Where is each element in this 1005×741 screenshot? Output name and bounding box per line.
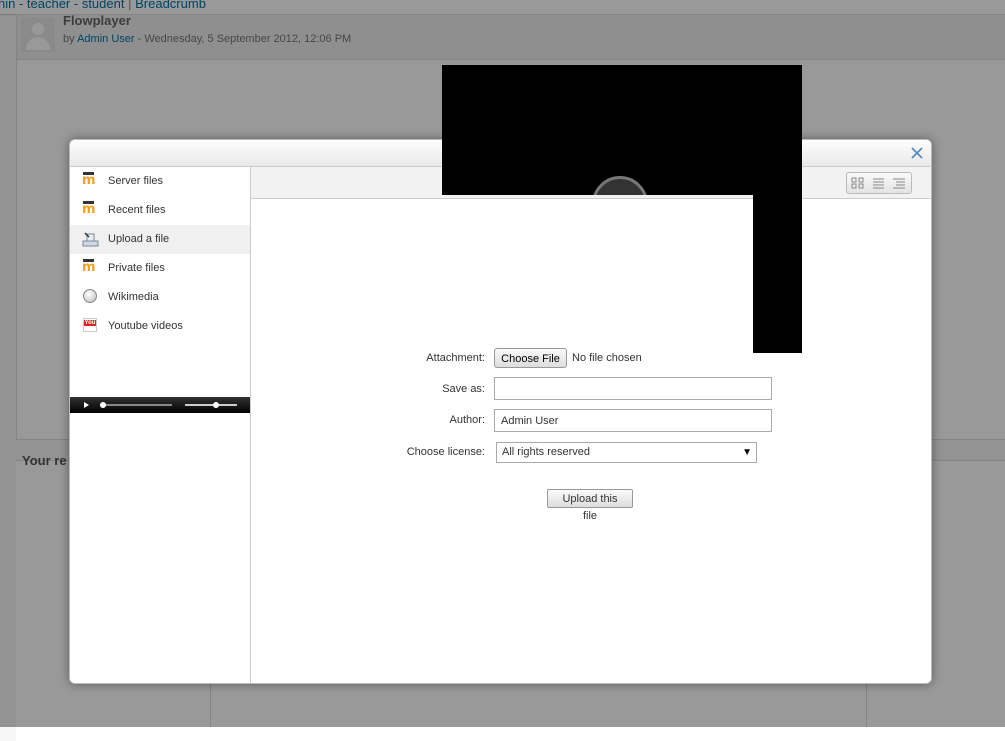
no-file-text: No file chosen bbox=[572, 352, 642, 364]
license-row: Choose license: All rights reserved ▼ bbox=[251, 442, 931, 466]
attachment-row: Attachment: Choose File No file chosen bbox=[251, 348, 931, 372]
author-row: Author: bbox=[251, 409, 931, 433]
author-input[interactable] bbox=[494, 409, 772, 432]
file-picker-dialog: m Server files m Recent files Upload a f… bbox=[69, 139, 932, 684]
license-select[interactable]: All rights reserved ▼ bbox=[496, 442, 757, 463]
save-as-input[interactable] bbox=[494, 377, 772, 400]
repo-upload-file[interactable]: Upload a file bbox=[70, 225, 250, 254]
close-icon[interactable] bbox=[910, 146, 924, 160]
chevron-down-icon: ▼ bbox=[742, 447, 752, 458]
wikimedia-icon bbox=[82, 289, 100, 305]
repo-private-files[interactable]: m Private files bbox=[70, 254, 250, 283]
repo-youtube[interactable]: You Youtube videos bbox=[70, 312, 250, 341]
repo-label: Youtube videos bbox=[108, 320, 183, 332]
repo-label: Wikimedia bbox=[108, 291, 159, 303]
repo-recent-files[interactable]: m Recent files bbox=[70, 196, 250, 225]
repository-list: m Server files m Recent files Upload a f… bbox=[70, 167, 251, 683]
author-label: Author: bbox=[449, 414, 485, 426]
choose-file-button[interactable]: Choose File bbox=[494, 348, 567, 368]
attachment-label: Attachment: bbox=[426, 352, 485, 364]
repo-server-files[interactable]: m Server files bbox=[70, 167, 250, 196]
media-player-bar[interactable] bbox=[70, 397, 250, 413]
play-icon[interactable] bbox=[592, 176, 648, 195]
save-as-row: Save as: bbox=[251, 377, 931, 401]
license-selected-value: All rights reserved bbox=[502, 446, 591, 458]
seek-handle bbox=[100, 402, 106, 408]
moodle-icon: m bbox=[82, 172, 96, 188]
upload-this-file-button[interactable]: Upload this file bbox=[547, 489, 633, 522]
moodle-icon: m bbox=[82, 259, 96, 275]
icons-view-icon[interactable] bbox=[847, 173, 868, 193]
moodle-icon: m bbox=[82, 201, 96, 217]
repo-label: Private files bbox=[108, 262, 165, 274]
repo-label: Recent files bbox=[108, 204, 166, 216]
repo-wikimedia[interactable]: Wikimedia bbox=[70, 283, 250, 312]
youtube-icon-text: You bbox=[84, 320, 96, 326]
list-view-icon[interactable] bbox=[868, 173, 889, 193]
repo-label: Upload a file bbox=[108, 233, 170, 245]
upload-icon bbox=[82, 231, 100, 247]
youtube-icon: You bbox=[82, 318, 100, 334]
tree-view-icon[interactable] bbox=[889, 173, 910, 193]
video-overlay[interactable] bbox=[753, 195, 802, 353]
file-picker-content: Attachment: Choose File No file chosen S… bbox=[251, 167, 931, 683]
volume-handle bbox=[213, 402, 219, 408]
repo-label: Server files bbox=[108, 175, 164, 187]
license-label: Choose license: bbox=[406, 446, 485, 458]
play-icon bbox=[84, 402, 89, 408]
view-switcher bbox=[846, 172, 912, 194]
save-as-label: Save as: bbox=[442, 383, 485, 395]
